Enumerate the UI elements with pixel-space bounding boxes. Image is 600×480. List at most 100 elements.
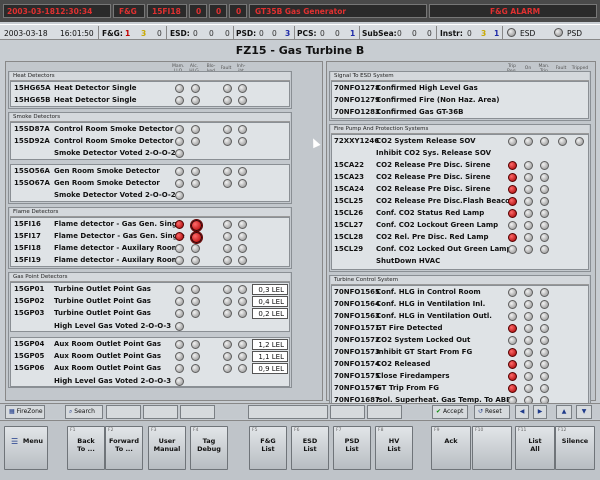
list-item[interactable]: 15CA23 CO2 Release Pre Disc. Sirene <box>332 171 507 183</box>
accept-button[interactable]: ✔ Accept <box>432 405 468 419</box>
list-item[interactable]: 15SD87A Control Room Smoke Detector <box>12 123 182 135</box>
status-lamp-icon <box>238 352 247 361</box>
list-item[interactable]: 15SO67A Gen Room Smoke Detector <box>12 177 182 189</box>
list-item[interactable]: 15GP03 Turbine Outlet Point Gas <box>12 307 182 319</box>
list-item[interactable]: 70NFO1283 Confirmed Gas GT-36B <box>332 106 507 118</box>
list-item[interactable]: 70NFO1571 GT Fire Detected <box>332 322 507 334</box>
list-item[interactable]: ShutDown HVAC <box>332 255 507 267</box>
list-item[interactable]: 15CA22 CO2 Release Pre Disc. Sirene <box>332 159 507 171</box>
status-lamp-icon <box>175 377 184 386</box>
fkey-number: F9 <box>434 428 440 433</box>
list-item[interactable]: 15FI19 Flame detector - Auxilary Room <box>12 254 182 266</box>
status-lamp-icon <box>191 364 200 373</box>
left-arrow-icon[interactable]: ◀ <box>515 405 529 419</box>
list-item[interactable]: 15GP02 Turbine Outlet Point Gas <box>12 295 182 307</box>
list-item[interactable]: 15GP04 Aux Room Outlet Point Gas <box>12 338 182 350</box>
list-item[interactable]: 15GP06 Aux Room Outlet Point Gas <box>12 362 182 374</box>
list-item[interactable]: 15CL25 CO2 Release Pre Disc.Flash Beacon <box>332 195 515 207</box>
fkey-number: F10 <box>475 428 484 433</box>
list-item[interactable]: 15GP01 Turbine Outlet Point Gas <box>12 283 182 295</box>
fkey-f10-button[interactable]: F10 <box>472 426 512 470</box>
status-lamp-icon <box>238 244 247 253</box>
desc-label: High Level Gas Voted 2-O-O-3 <box>54 322 172 330</box>
list-item[interactable]: 15HG65B Heat Detector Single <box>12 94 172 106</box>
fkey-f1-button[interactable]: F1 Back To ... <box>67 426 105 470</box>
list-item[interactable]: High Level Gas Voted 2-O-O-3 <box>12 320 182 332</box>
list-item[interactable]: 70NFO1576 GT Trip From FG <box>332 382 507 394</box>
on-lamp-icon <box>524 197 533 206</box>
tag-label: 70NFO1283 <box>334 108 380 116</box>
trip-request-lamp-icon <box>508 288 517 297</box>
toolbar-slot[interactable] <box>180 405 215 419</box>
list-item[interactable]: 70NFO1278 Confirmed High Level Gas <box>332 82 507 94</box>
status-lamp-icon <box>223 125 232 134</box>
reset-button[interactable]: ↺ Reset <box>474 405 510 419</box>
list-item[interactable]: 70NFO1573 Inhibit GT Start From FG <box>332 346 507 358</box>
fkey-f3-button[interactable]: F3 User Manual <box>148 426 186 470</box>
fkey-menu-button[interactable]: ☰ Menu <box>4 426 48 470</box>
fkey-f4-button[interactable]: F4 Tag Debug <box>190 426 228 470</box>
list-item[interactable]: 70NFO1565 Conf. HLG in Control Room <box>332 286 507 298</box>
list-item[interactable]: 70NFO1574 CO2 Released <box>332 358 507 370</box>
status-lamp-icon <box>238 137 247 146</box>
alarm-timestamp: 2003-03-1812:30:34 <box>7 7 93 16</box>
tripped-lamp-icon <box>575 137 584 146</box>
list-item[interactable]: 15GP05 Aux Room Outlet Point Gas <box>12 350 182 362</box>
fkey-f11-button[interactable]: F11 List All <box>515 426 555 470</box>
list-item[interactable]: 70NFO1572 CO2 System Locked Out <box>332 334 507 346</box>
status-time: 16:01:50 <box>60 29 94 38</box>
list-item[interactable]: 15CA24 CO2 Release Pre Disc. Sirene <box>332 183 507 195</box>
up-arrow-icon[interactable]: ▲ <box>556 405 572 419</box>
toolbar-slot[interactable] <box>248 405 328 419</box>
list-item[interactable]: 70NFO1563 Conf. HLG in Ventilation Outl. <box>332 310 507 322</box>
fkey-f9-button[interactable]: F9 Ack <box>431 426 471 470</box>
fkey-f8-button[interactable]: F8 HV List <box>375 426 413 470</box>
list-item[interactable]: 15CL29 Conf. CO2 Locked Out Green Lamp <box>332 243 512 255</box>
search-button[interactable]: ⌕ Search <box>65 405 103 419</box>
firezone-button[interactable]: ▦ FireZone <box>5 405 45 419</box>
list-item[interactable]: 15FI16 Flame detector - Gas Gen. Single <box>12 218 184 230</box>
down-arrow-icon[interactable]: ▼ <box>576 405 592 419</box>
status-sep <box>502 26 503 40</box>
list-item[interactable]: 72XXY1246 CO2 System Release SOV <box>332 135 507 147</box>
esd-indicator-label: ESD <box>520 29 536 38</box>
list-item[interactable]: 15CL26 Conf. CO2 Status Red Lamp <box>332 207 507 219</box>
psd-count-b: 0 <box>272 29 277 38</box>
fkey-f2-button[interactable]: F2 Forward To ... <box>105 426 143 470</box>
status-lamp-icon <box>175 285 184 294</box>
toolbar-slot[interactable] <box>330 405 365 419</box>
desc-label: CO2 Release Pre Disc. Sirene <box>376 161 491 169</box>
list-item[interactable]: Smoke Detector Voted 2-O-O-2 <box>12 189 182 201</box>
toolbar-slot[interactable] <box>106 405 141 419</box>
toolbar-slot[interactable] <box>143 405 178 419</box>
list-item[interactable]: Inhibit CO2 Sys. Release SOV <box>332 147 507 159</box>
list-item[interactable]: Smoke Detector Voted 2-O-O-2 <box>12 147 182 159</box>
desc-label: CO2 Rel. Pre Disc. Red Lamp <box>376 233 489 241</box>
list-item[interactable]: 15SO56A Gen Room Smoke Detector <box>12 165 182 177</box>
subsea-count-a: 0 <box>397 29 402 38</box>
fkey-label: Tag Debug <box>197 437 221 453</box>
trip-request-lamp-icon <box>508 197 517 206</box>
list-item[interactable]: 70NFO1575 Close Firedampers <box>332 370 507 382</box>
fkey-f5-button[interactable]: F5 F&G List <box>249 426 287 470</box>
status-sep <box>294 26 295 40</box>
fkey-f12-button[interactable]: F12 Silence <box>555 426 595 470</box>
fkey-f7-button[interactable]: F7 PSD List <box>333 426 371 470</box>
trip-request-lamp-icon <box>508 245 517 254</box>
list-item[interactable]: 70NFO1564 Conf. HLG in Ventilation Inl. <box>332 298 507 310</box>
list-item[interactable]: 15FI17 Flame Detector - Gas Gen. Single <box>12 230 185 242</box>
tag-label: 15CL29 <box>334 245 364 253</box>
fkey-f6-button[interactable]: F6 ESD List <box>291 426 329 470</box>
list-item[interactable]: High Level Gas Voted 2-O-O-3 <box>12 375 182 387</box>
list-item[interactable]: 15FI18 Flame detector - Auxilary Room <box>12 242 182 254</box>
status-lamp-icon <box>191 244 200 253</box>
right-arrow-icon[interactable]: ▶ <box>533 405 547 419</box>
list-item[interactable]: 15CL27 Conf. CO2 Lockout Green Lamp <box>332 219 507 231</box>
status-lamp-icon <box>191 297 200 306</box>
list-item[interactable]: 15SD92A Control Room Smoke Detector <box>12 135 182 147</box>
toolbar-slot[interactable] <box>367 405 402 419</box>
list-item[interactable]: 70NFO1279 Confirmed Fire (Non Haz. Area) <box>332 94 507 106</box>
desc-label: ShutDown HVAC <box>376 257 441 265</box>
list-item[interactable]: 15HG65A Heat Detector Single <box>12 82 172 94</box>
list-item[interactable]: 15CL28 CO2 Rel. Pre Disc. Red Lamp <box>332 231 507 243</box>
